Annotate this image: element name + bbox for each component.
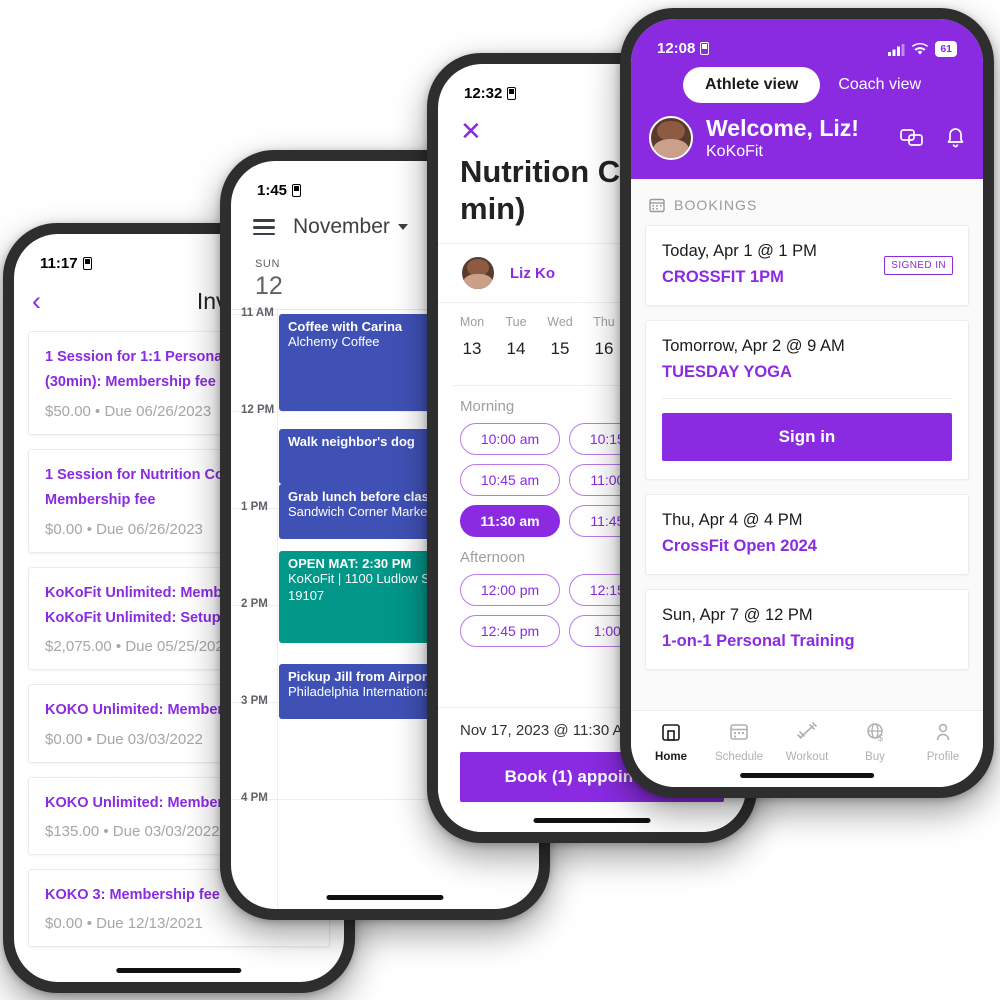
tab-label: Home [655, 751, 687, 763]
booking-datetime: Tomorrow, Apr 2 @ 9 AM [662, 337, 845, 356]
status-time: 11:17 [40, 255, 78, 272]
welcome-message: Welcome, Liz! [706, 115, 859, 141]
home-indicator [533, 818, 651, 823]
time-slot[interactable]: 10:45 am [460, 464, 560, 497]
home-body: BOOKINGS Today, Apr 1 @ 1 PM CROSSFIT 1PM… [631, 179, 983, 671]
week-day-dow: Tue [505, 315, 527, 330]
booking-card[interactable]: Sun, Apr 7 @ 12 PM 1-on-1 Personal Traini… [645, 589, 969, 671]
calendar-icon [649, 199, 665, 213]
tab-workout[interactable]: Workout [773, 721, 841, 763]
tab-label: Schedule [715, 751, 763, 763]
battery-percent: 61 [935, 41, 957, 57]
divider [662, 398, 952, 400]
battery-icon [507, 87, 517, 100]
hour-label: 4 PM [241, 791, 268, 804]
home-icon [637, 721, 705, 746]
status-time: 12:08 [657, 40, 696, 57]
booking-class-name: CrossFit Open 2024 [662, 537, 817, 556]
cellular-signal-icon [888, 43, 905, 56]
tab-label: Workout [785, 751, 829, 763]
home-indicator [326, 895, 444, 900]
tab-home[interactable]: Home [637, 721, 705, 763]
status-badge: SIGNED IN [884, 256, 953, 276]
status-indicators: 61 [888, 41, 957, 57]
user-row: Welcome, Liz! KoKoFit [631, 113, 983, 161]
booking-class-name: 1-on-1 Personal Training [662, 632, 855, 651]
coach-name: Liz Ko [510, 264, 555, 282]
bookings-section-label: BOOKINGS [674, 197, 758, 214]
battery-icon [700, 42, 710, 55]
gym-name: KoKoFit [706, 143, 763, 161]
home-indicator [116, 968, 242, 973]
week-day-dow: Mon [459, 315, 485, 330]
hour-label: 1 PM [241, 500, 268, 513]
week-day-option[interactable]: Tue 14 [494, 315, 538, 359]
month-label: November [293, 215, 390, 239]
booking-summary-text: Nov 17, 2023 @ 11:30 AM [460, 722, 636, 739]
phone-mockup-stage: 11:17 ‹ Invoices 1 Session for 1:1 Perso… [0, 0, 1000, 1000]
status-time: 12:32 [464, 85, 503, 102]
status-time-group: 1:45 [257, 182, 302, 199]
tab-coach-view[interactable]: Coach view [828, 67, 931, 103]
person-icon [909, 721, 977, 746]
wifi-icon [912, 42, 929, 55]
bookings-section-header: BOOKINGS [645, 179, 969, 225]
notification-bell-icon[interactable] [946, 127, 965, 149]
header-actions [900, 127, 965, 149]
tab-buy[interactable]: $ Buy [841, 721, 909, 763]
tab-label: Profile [926, 751, 960, 763]
user-text: Welcome, Liz! KoKoFit [706, 115, 859, 161]
globe-dollar-icon: $ [841, 721, 909, 746]
booking-datetime: Thu, Apr 4 @ 4 PM [662, 511, 803, 530]
battery-icon [292, 184, 302, 197]
caret-down-icon [397, 224, 408, 231]
time-slot[interactable]: 12:00 pm [460, 574, 560, 607]
hour-label: 3 PM [241, 694, 268, 707]
hamburger-menu-icon[interactable] [253, 215, 275, 240]
hour-label: 2 PM [241, 597, 268, 610]
week-day-num: 14 [506, 339, 526, 359]
phone-home: 12:08 61 Athlete view Coach view Welcome… [620, 8, 994, 798]
time-slot[interactable]: 10:00 am [460, 423, 560, 456]
status-bar-home: 12:08 61 [631, 19, 983, 59]
tab-profile[interactable]: Profile [909, 721, 977, 763]
chat-bubbles-icon[interactable] [900, 128, 924, 148]
tab-athlete-view[interactable]: Athlete view [682, 67, 821, 103]
home-indicator [740, 773, 874, 778]
week-day-dow: Wed [547, 315, 573, 330]
tab-label: Buy [865, 751, 885, 763]
week-day-num: 13 [462, 339, 482, 359]
booking-datetime: Sun, Apr 7 @ 12 PM [662, 606, 813, 625]
status-time: 1:45 [257, 182, 288, 199]
status-time-group: 11:17 [40, 255, 92, 272]
bookings-list: Today, Apr 1 @ 1 PM CROSSFIT 1PM SIGNED IN… [645, 225, 969, 671]
home-header: 12:08 61 Athlete view Coach view Welcome… [631, 19, 983, 180]
sign-in-button[interactable]: Sign in [662, 413, 952, 462]
view-segmented-control[interactable]: Athlete view Coach view [631, 59, 983, 113]
status-time-group: 12:08 [657, 40, 710, 57]
tab-schedule[interactable]: Schedule [705, 721, 773, 763]
svg-text:$: $ [878, 733, 883, 743]
month-selector[interactable]: November [293, 215, 408, 239]
booking-class-name: TUESDAY YOGA [662, 363, 792, 382]
battery-icon [82, 257, 92, 270]
home-screen: 12:08 61 Athlete view Coach view Welcome… [631, 19, 983, 787]
week-day-option[interactable]: Mon 13 [450, 315, 494, 359]
booking-card[interactable]: Tomorrow, Apr 2 @ 9 AM TUESDAY YOGA Sign i… [645, 320, 969, 481]
calendar-icon [705, 721, 773, 746]
dumbbell-icon [773, 721, 841, 746]
hour-label: 11 AM [241, 306, 274, 319]
week-day-num: 15 [550, 339, 570, 359]
booking-card[interactable]: Thu, Apr 4 @ 4 PM CrossFit Open 2024 [645, 494, 969, 576]
time-slot[interactable]: 12:45 pm [460, 615, 560, 648]
avatar [460, 255, 496, 292]
week-day-option[interactable]: Wed 15 [538, 315, 582, 359]
hour-label: 12 PM [241, 403, 275, 416]
time-slot[interactable]: 11:30 am [460, 505, 560, 538]
time-gutter-line [277, 309, 278, 909]
status-time-group: 12:32 [464, 85, 517, 102]
booking-card[interactable]: Today, Apr 1 @ 1 PM CROSSFIT 1PM SIGNED IN [645, 225, 969, 307]
avatar[interactable] [649, 116, 693, 161]
